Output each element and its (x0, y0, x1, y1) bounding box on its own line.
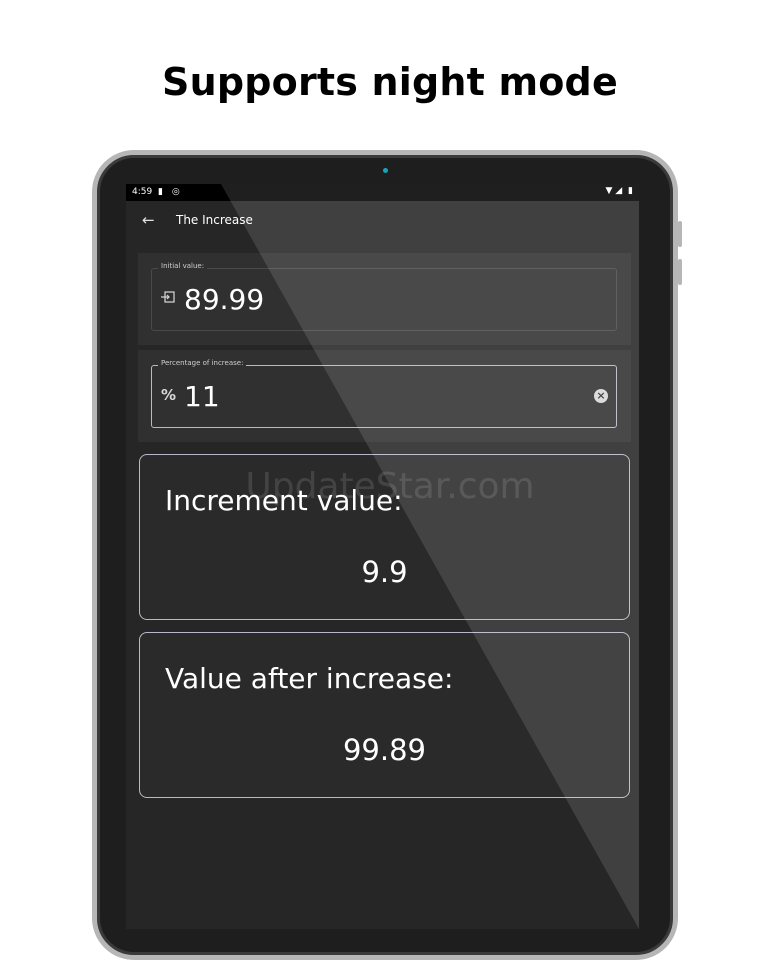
volume-button (678, 221, 682, 247)
app-title: The Increase (176, 213, 253, 227)
percentage-panel: Percentage of increase: % 11 × (138, 350, 631, 442)
camera-dot (383, 168, 388, 173)
clear-icon[interactable]: × (594, 389, 608, 403)
status-left-icons: ▮ ◎ (158, 187, 180, 197)
percentage-field[interactable]: Percentage of increase: % 11 × (151, 359, 617, 428)
back-arrow-icon[interactable]: ← (142, 211, 158, 229)
status-time: 4:59 (132, 187, 153, 197)
initial-value-field[interactable]: Initial value: 89.99 (151, 262, 617, 331)
increment-label: Increment value: (165, 484, 403, 517)
after-increase-card: Value after increase: 99.89 (139, 632, 630, 798)
after-increase-value: 99.89 (342, 733, 427, 767)
battery-icon: ▮ (628, 186, 633, 196)
percent-icon: % (161, 386, 177, 404)
sync-icon: ◎ (171, 187, 180, 197)
wifi-icon: ▼ (605, 186, 613, 196)
initial-value-panel: Initial value: 89.99 (138, 253, 631, 345)
increment-value: 9.9 (361, 555, 408, 589)
status-bar: 4:59 ▮ ◎ ▼ ◢ ▮ (126, 184, 639, 201)
initial-value-label: Initial value: (158, 262, 208, 270)
signal-icon: ◢ (615, 186, 623, 196)
input-icon (161, 291, 175, 307)
initial-value-input[interactable]: 89.99 (184, 283, 264, 317)
power-button (678, 259, 682, 285)
promo-headline: Supports night mode (162, 60, 618, 104)
sd-card-icon: ▮ (158, 187, 163, 197)
increment-card: Increment value: 9.9 (139, 454, 630, 620)
after-increase-label: Value after increase: (165, 662, 454, 695)
app-bar: ← The Increase (126, 201, 639, 241)
app-screen: 4:59 ▮ ◎ ▼ ◢ ▮ ← The Increase Initial va… (126, 184, 639, 929)
percentage-input[interactable]: 11 (184, 380, 220, 414)
percentage-label: Percentage of increase: (158, 359, 247, 367)
status-right-icons: ▼ ◢ ▮ (605, 186, 633, 196)
promo-page: Supports night mode 4:59 ▮ ◎ ▼ ◢ ▮ ← The… (0, 0, 780, 966)
